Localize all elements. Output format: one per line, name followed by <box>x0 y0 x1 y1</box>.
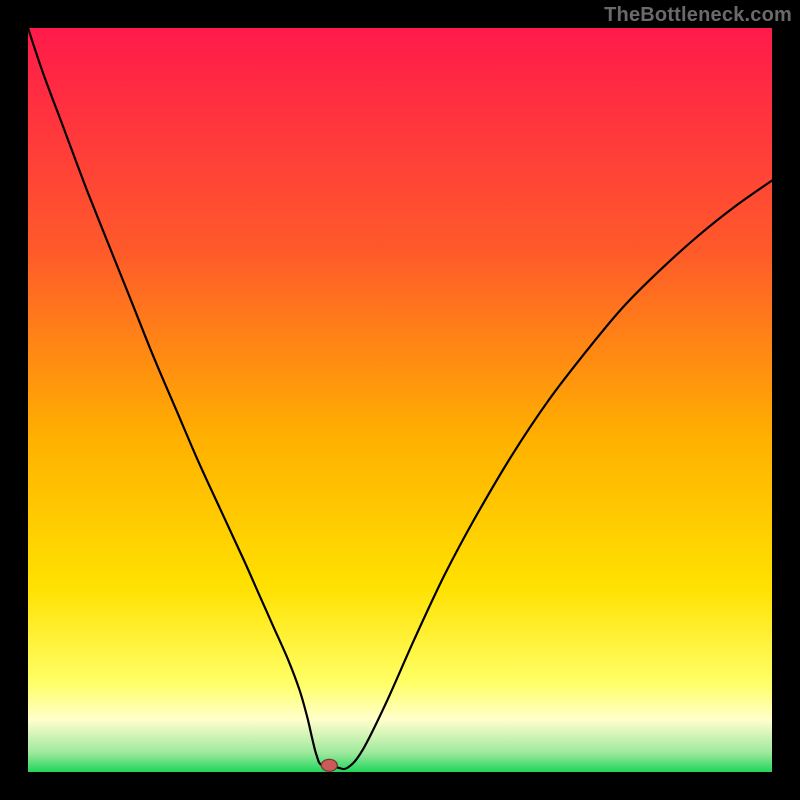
watermark-text: TheBottleneck.com <box>604 4 792 27</box>
minimum-marker <box>321 759 337 771</box>
chart-stage: { "watermark": "TheBottleneck.com", "col… <box>0 0 800 800</box>
chart-svg <box>0 0 800 800</box>
plot-area <box>28 28 772 772</box>
